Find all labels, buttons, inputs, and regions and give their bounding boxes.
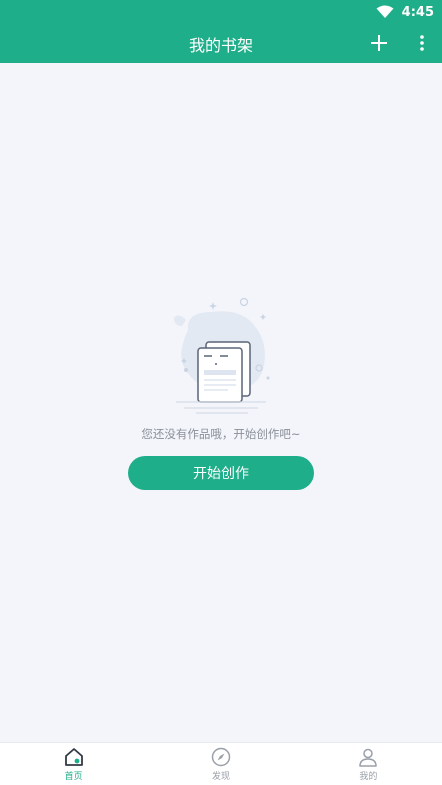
bottom-tab-bar: 首页 发现 我的 xyxy=(0,742,442,785)
status-time: 4:45 xyxy=(401,4,434,20)
more-vertical-icon xyxy=(420,35,424,51)
compass-icon xyxy=(211,747,231,767)
tab-home-label: 首页 xyxy=(64,772,83,782)
empty-documents-illustration xyxy=(174,297,270,414)
empty-message: 您还没有作品哦，开始创作吧~ xyxy=(141,427,301,441)
empty-state: 您还没有作品哦，开始创作吧~ 开始创作 xyxy=(0,290,442,490)
home-icon xyxy=(64,748,83,766)
tab-me[interactable]: 我的 xyxy=(295,743,442,785)
tab-discover-label: 发现 xyxy=(211,772,230,782)
user-icon xyxy=(359,748,378,767)
start-creating-button[interactable]: 开始创作 xyxy=(128,456,314,490)
tab-discover[interactable]: 发现 xyxy=(147,743,294,785)
status-bar: 4:45 xyxy=(0,0,442,24)
wifi-icon xyxy=(376,5,394,18)
more-options-button[interactable] xyxy=(412,30,432,56)
tab-home[interactable]: 首页 xyxy=(0,743,147,785)
tab-me-label: 我的 xyxy=(359,772,378,782)
plus-icon xyxy=(371,35,387,51)
app-bar: 我的书架 xyxy=(0,24,442,63)
add-button[interactable] xyxy=(366,30,392,56)
